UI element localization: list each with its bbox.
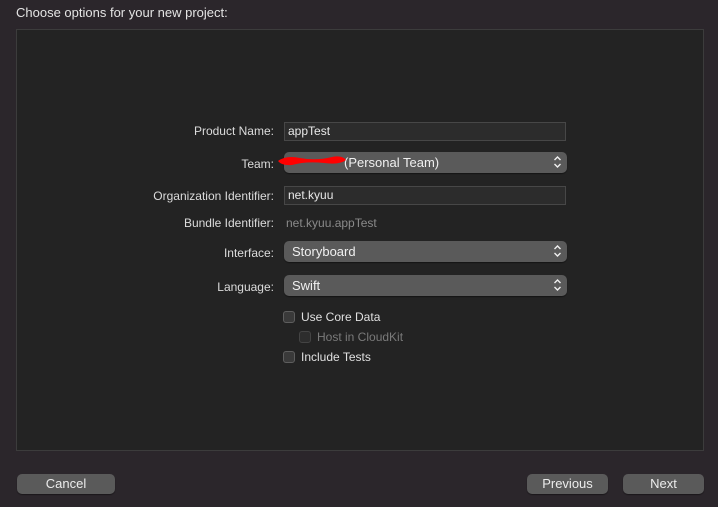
product-name-field[interactable]: appTest: [284, 122, 566, 141]
interface-popup-value: Storyboard: [292, 244, 356, 259]
previous-button[interactable]: Previous: [527, 474, 608, 494]
chevron-up-down-icon: [554, 279, 561, 291]
interface-label: Interface:: [223, 246, 274, 260]
product-name-label: Product Name:: [193, 124, 274, 138]
organization-identifier-label: Organization Identifier:: [153, 189, 274, 203]
bundle-identifier-label: Bundle Identifier:: [183, 216, 274, 230]
checkbox-box[interactable]: [283, 311, 295, 323]
next-button[interactable]: Next: [623, 474, 704, 494]
host-in-cloudkit-label: Host in CloudKit: [317, 330, 404, 344]
bundle-identifier-value: net.kyuu.appTest: [286, 216, 377, 230]
use-core-data-checkbox[interactable]: Use Core Data: [283, 310, 380, 324]
cancel-button[interactable]: Cancel: [17, 474, 115, 494]
dialog-title: Choose options for your new project:: [16, 5, 228, 20]
language-popup-value: Swift: [292, 278, 321, 293]
language-popup[interactable]: Swift: [284, 275, 567, 296]
host-in-cloudkit-checkbox: Host in CloudKit: [299, 330, 403, 344]
chevron-up-down-icon: [554, 245, 561, 257]
team-label: Team:: [241, 157, 274, 171]
checkbox-box: [299, 331, 311, 343]
use-core-data-label: Use Core Data: [301, 310, 381, 324]
options-panel: [16, 29, 704, 451]
checkbox-box[interactable]: [283, 351, 295, 363]
organization-identifier-field[interactable]: net.kyuu: [284, 186, 566, 205]
language-label: Language:: [217, 280, 274, 294]
include-tests-label: Include Tests: [301, 350, 371, 364]
include-tests-checkbox[interactable]: Include Tests: [283, 350, 371, 364]
interface-popup[interactable]: Storyboard: [284, 241, 567, 262]
chevron-up-down-icon: [554, 156, 561, 168]
redaction-mark: [278, 156, 346, 166]
